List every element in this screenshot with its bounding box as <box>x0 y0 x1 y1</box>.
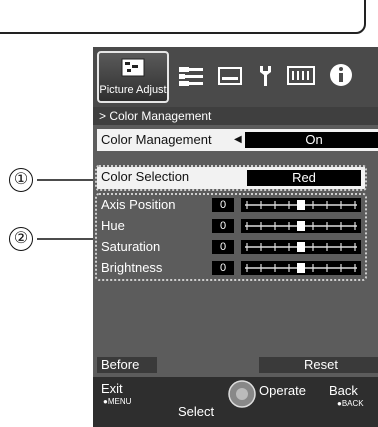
slider-scale <box>245 200 357 210</box>
param-slider[interactable] <box>241 240 361 254</box>
param-list: Axis Position 0 Hue 0 Saturation 0 Brigh… <box>97 195 365 279</box>
footer-guide: Exit ●MENU Operate Select Back ●BACK <box>93 377 378 427</box>
tab-picture-adjust[interactable]: Picture Adjust <box>97 51 169 103</box>
back-key-label: ●BACK <box>337 399 364 408</box>
information-icon[interactable] <box>329 63 353 87</box>
param-label: Axis Position <box>101 197 176 212</box>
callout-number-1: ① <box>9 168 33 192</box>
param-value: 0 <box>212 261 234 275</box>
tab-picture-adjust-label: Picture Adjust <box>99 84 167 96</box>
color-management-osd: Picture Adjust > Color Management Color … <box>93 47 378 427</box>
exit-key-label: ●MENU <box>103 397 132 406</box>
param-slider[interactable] <box>241 261 361 275</box>
param-row-axis-position[interactable]: Axis Position 0 <box>97 195 365 215</box>
param-label: Hue <box>101 218 125 233</box>
param-value: 0 <box>212 240 234 254</box>
param-value: 0 <box>212 198 234 212</box>
param-row-hue[interactable]: Hue 0 <box>97 216 365 236</box>
back-label: Back <box>329 383 358 398</box>
param-value: 0 <box>212 219 234 233</box>
color-selection-outline <box>95 165 367 191</box>
select-label: Select <box>178 404 215 419</box>
param-label: Saturation <box>101 239 161 254</box>
param-slider[interactable] <box>241 198 361 212</box>
input-settings-icon[interactable] <box>177 65 205 87</box>
color-management-row[interactable]: Color Management ◀ On <box>97 129 378 151</box>
breadcrumb: > Color Management <box>93 107 378 125</box>
param-label: Brightness <box>101 260 163 275</box>
function-icon[interactable] <box>287 66 315 86</box>
left-arrow-icon[interactable]: ◀ <box>234 129 242 151</box>
param-row-saturation[interactable]: Saturation 0 <box>97 237 365 257</box>
slider-scale <box>245 263 357 273</box>
callout-number-2: ② <box>9 227 33 251</box>
color-management-value[interactable]: On <box>245 132 378 148</box>
installation-icon[interactable] <box>256 64 274 88</box>
operate-label: Operate <box>259 383 306 398</box>
param-row-brightness[interactable]: Brightness 0 <box>97 258 365 278</box>
operate-dial-icon[interactable] <box>227 379 257 409</box>
display-setup-icon[interactable] <box>217 65 243 87</box>
before-button[interactable]: Before <box>97 357 157 373</box>
color-management-label: Color Management <box>101 132 212 147</box>
exit-label: Exit <box>101 381 123 396</box>
slider-scale <box>245 221 357 231</box>
picture-adjust-icon <box>121 58 145 77</box>
param-slider[interactable] <box>241 219 361 233</box>
menu-tab-bar: Picture Adjust <box>93 47 378 107</box>
slider-scale <box>245 242 357 252</box>
reset-button[interactable]: Reset <box>259 357 378 373</box>
